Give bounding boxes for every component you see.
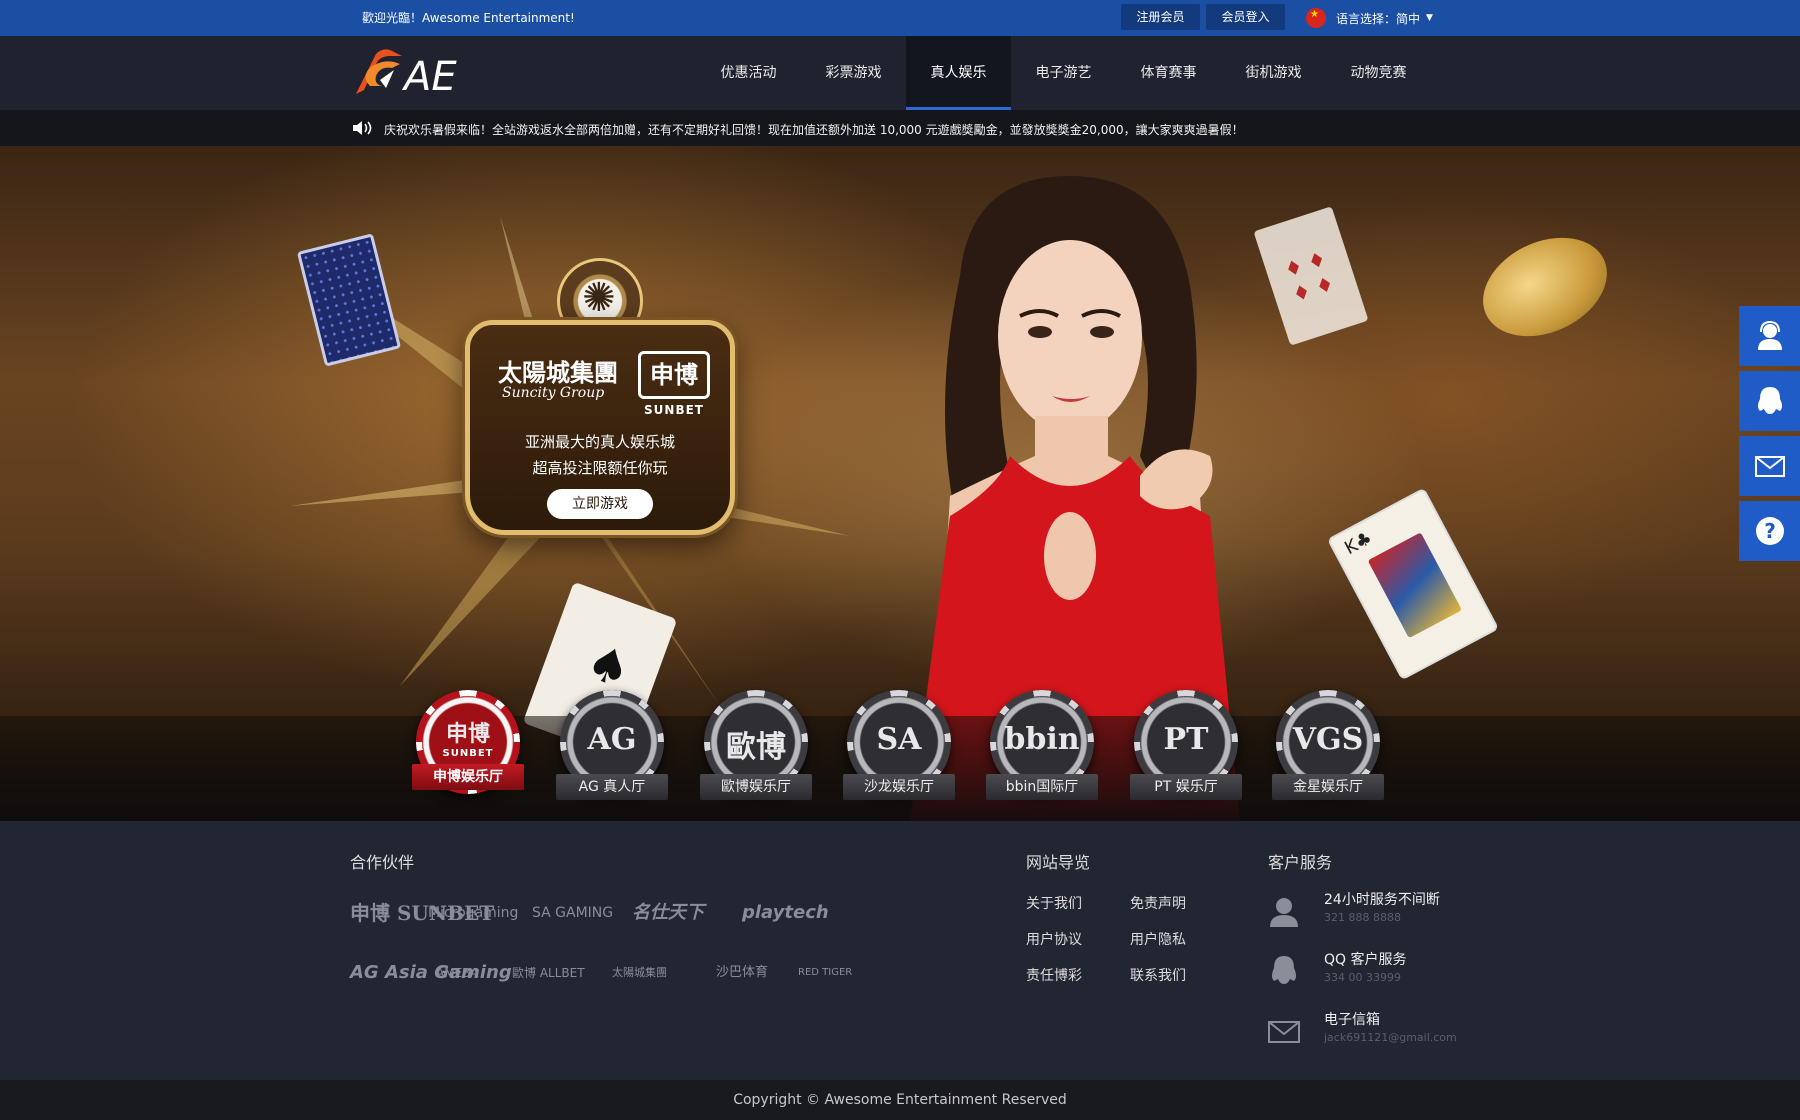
mail-icon: [1755, 456, 1785, 477]
hall-chip-symbol: SA: [876, 722, 922, 757]
china-flag-icon: [1306, 8, 1326, 28]
cs-hotline-title: 24小时服务不间断: [1324, 892, 1440, 908]
partner-logo-allbet: 歐博 ALLBET: [512, 966, 585, 980]
cs-hotline-number: 321 888 8888: [1324, 911, 1401, 924]
partners-title: 合作伙伴: [350, 853, 415, 872]
language-label: 语言选择：简中: [1336, 11, 1421, 26]
copyright: Copyright © Awesome Entertainment Reserv…: [0, 1080, 1800, 1120]
ae-logo[interactable]: AE: [350, 46, 475, 102]
partner-logo-ameba: AMEBA: [436, 966, 479, 980]
hall-chip-symbol: VGS: [1292, 722, 1364, 757]
customer-service-title: 客户服务: [1268, 853, 1333, 872]
main-nav: 优惠活动 彩票游戏 真人娱乐 电子游艺 体育赛事 街机游戏 动物竞赛: [696, 36, 1431, 110]
nav-item-6[interactable]: 动物竞赛: [1326, 36, 1431, 110]
login-button[interactable]: 会员登入: [1206, 4, 1285, 30]
customer-service-icon: [1758, 320, 1782, 350]
sidebar-customer-service-button[interactable]: [1739, 306, 1800, 366]
promo-sign: 太陽城集團 Suncity Group 申博 SUNBET 亚洲最大的真人娱乐城…: [465, 258, 735, 688]
nav-item-3[interactable]: 电子游艺: [1011, 36, 1116, 110]
welcome-text: 歡迎光臨！Awesome Entertainment!: [362, 11, 575, 25]
hall-chip-symbol: bbin: [1004, 722, 1080, 757]
cs-qq-title: QQ 客户服务: [1324, 952, 1407, 968]
hall-chip-label: bbin国际厅: [986, 774, 1098, 800]
hall-chip-label: 申博娱乐厅: [412, 764, 524, 790]
cs-email-address: jack691121@gmail.com: [1324, 1031, 1457, 1044]
hall-chip-0[interactable]: 申博 SUNBET 申博娱乐厅: [406, 682, 526, 810]
sidebar-qq-button[interactable]: [1739, 371, 1800, 431]
nav-item-5[interactable]: 街机游戏: [1221, 36, 1326, 110]
privacy-link[interactable]: 用户隐私: [1130, 929, 1186, 949]
sidebar-help-button[interactable]: ?: [1739, 501, 1800, 561]
main-header: AE 优惠活动 彩票游戏 真人娱乐 电子游艺 体育赛事 街机游戏 动物竞赛: [0, 36, 1800, 110]
partner-logo-ag: AG Asia Gaming: [350, 962, 512, 983]
hall-chip-label: 沙龙娱乐厅: [843, 774, 955, 800]
partner-logo-microgaming: Microgaming: [428, 905, 519, 921]
qq-icon: [1758, 387, 1782, 414]
partner-logo-suncity: 太陽城集團: [612, 966, 667, 979]
speaker-icon: [353, 121, 372, 135]
nav-item-0[interactable]: 优惠活动: [696, 36, 801, 110]
footer: 合作伙伴 申博 SUNBET Microgaming SA GAMING 名仕天…: [0, 821, 1800, 1080]
mail-icon: [1268, 1021, 1300, 1043]
promo-board: 太陽城集團 Suncity Group 申博 SUNBET 亚洲最大的真人娱乐城…: [465, 320, 735, 535]
play-now-button[interactable]: 立即游戏: [547, 489, 653, 519]
cs-qq-number: 334 00 33999: [1324, 971, 1401, 984]
hall-chip-3[interactable]: SA 沙龙娱乐厅: [837, 682, 957, 810]
chevron-down-icon: ▼: [1426, 13, 1433, 23]
promo-headline: 亚洲最大的真人娱乐城: [524, 433, 675, 451]
hall-chip-symbol: PT: [1163, 722, 1209, 757]
partner-logo-playtech: playtech: [742, 902, 829, 923]
about-us-link[interactable]: 关于我们: [1026, 893, 1082, 913]
customer-service-icon: [1270, 898, 1298, 927]
language-selector[interactable]: 语言选择：简中 ▼: [1306, 7, 1433, 29]
nav-item-2[interactable]: 真人娱乐: [906, 36, 1011, 110]
sunbet-brand: 申博: [638, 351, 710, 399]
register-button[interactable]: 注册会员: [1121, 4, 1200, 30]
cs-hotline[interactable]: 24小时服务不间断 321 888 8888: [1266, 889, 1526, 933]
hall-chip-label: 歐博娱乐厅: [700, 774, 812, 800]
suncity-brand: 太陽城集團: [498, 358, 618, 387]
hall-chip-label: 金星娱乐厅: [1272, 774, 1384, 800]
hall-chip-symbol: 申博: [445, 721, 490, 747]
disclaimer-link[interactable]: 免责声明: [1130, 893, 1186, 913]
hall-chip-label: PT 娱乐厅: [1130, 774, 1242, 800]
hall-chip-symbol: 歐博: [726, 730, 786, 765]
cs-email[interactable]: 电子信箱 jack691121@gmail.com: [1266, 1009, 1526, 1053]
sidebar-mail-button[interactable]: [1739, 436, 1800, 496]
gold-chip-decoration: [1467, 218, 1623, 356]
cs-qq[interactable]: QQ 客户服务 334 00 33999: [1266, 949, 1526, 993]
hall-chip-1[interactable]: AG AG 真人厅: [550, 682, 670, 810]
top-bar: 歡迎光臨！Awesome Entertainment! 注册会员 会员登入 语言…: [0, 0, 1800, 36]
cs-email-title: 电子信箱: [1324, 1012, 1380, 1028]
svg-text:?: ?: [1764, 519, 1776, 543]
nav-item-4[interactable]: 体育赛事: [1116, 36, 1221, 110]
partner-logo-red-tiger: RED TIGER: [798, 967, 853, 978]
logo-text: AE: [401, 54, 457, 100]
hall-chip-6[interactable]: VGS 金星娱乐厅: [1266, 682, 1386, 810]
user-agreement-link[interactable]: 用户协议: [1026, 929, 1082, 949]
partner-logo-saba: 沙巴体育: [716, 965, 769, 980]
announcement-text: 庆祝欢乐暑假来临！全站游戏返水全部两倍加赠，还有不定期好礼回馈！现在加值还额外加…: [384, 123, 1244, 137]
hall-chip-4[interactable]: bbin bbin国际厅: [980, 682, 1100, 810]
contact-us-link[interactable]: 联系我们: [1130, 965, 1186, 985]
hall-chip-5[interactable]: PT PT 娱乐厅: [1124, 682, 1244, 810]
help-icon: ?: [1756, 517, 1784, 545]
site-nav-title: 网站导览: [1026, 853, 1091, 872]
suncity-brand-sub: Suncity Group: [502, 385, 605, 401]
promo-subline: 超高投注限额任你玩: [532, 459, 668, 477]
nav-item-1[interactable]: 彩票游戏: [801, 36, 906, 110]
qq-icon: [1272, 956, 1296, 984]
hall-chip-label: AG 真人厅: [556, 774, 668, 800]
hall-chip-sub: SUNBET: [442, 748, 494, 759]
partner-logo-sa-gaming: SA GAMING: [532, 905, 614, 921]
partner-logo-mingshi: 名仕天下: [632, 902, 704, 923]
playing-card-king-clubs: [1326, 487, 1500, 681]
announcement-bar: 庆祝欢乐暑假来临！全站游戏返水全部两倍加赠，还有不定期好礼回馈！现在加值还额外加…: [0, 110, 1800, 146]
hall-chip-2[interactable]: 歐博 歐博娱乐厅: [694, 682, 814, 810]
responsible-gaming-link[interactable]: 责任博彩: [1026, 965, 1082, 985]
sunbet-brand-sub: SUNBET: [644, 403, 704, 417]
hall-chip-symbol: AG: [587, 722, 637, 757]
